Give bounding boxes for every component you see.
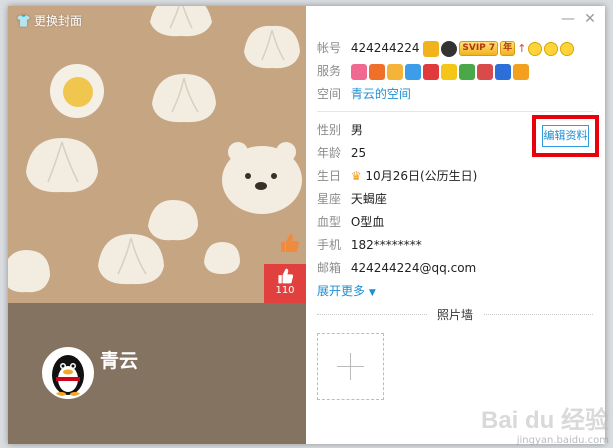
gender-value: 男 bbox=[350, 123, 363, 137]
bun-decoration bbox=[150, 6, 212, 37]
birthday-row: 生日 ♛ 10月26日(公历生日) bbox=[317, 167, 477, 185]
arrow-down-icon[interactable] bbox=[422, 63, 439, 80]
bun-decoration bbox=[26, 138, 98, 193]
age-label: 年龄 bbox=[317, 146, 342, 160]
edit-profile-button[interactable]: 编辑资料 bbox=[542, 125, 589, 147]
email-value: 424244224@qq.com bbox=[350, 261, 477, 275]
arrow-up-icon: ↑ bbox=[517, 41, 527, 55]
phone-label: 手机 bbox=[317, 238, 342, 252]
age-row: 年龄 25 bbox=[317, 144, 366, 162]
nickname: 青云 bbox=[100, 350, 139, 372]
avatar[interactable] bbox=[42, 347, 94, 399]
gender-row: 性别 男 bbox=[317, 121, 363, 139]
profile-window: 👕 更换封面 110 青云 — ✕ 帐号 424244224 SVIP 7 年 … bbox=[8, 6, 605, 444]
photo-wall-title: 照片墙 bbox=[317, 306, 593, 323]
blood-value: O型血 bbox=[350, 215, 385, 229]
caret-down-icon: ▼ bbox=[368, 288, 376, 298]
info-panel: — ✕ 帐号 424244224 SVIP 7 年 ↑ 服务 空间 青云的空间 … bbox=[306, 6, 605, 444]
birthday-label: 生日 bbox=[317, 169, 342, 183]
crown-penguin-icon[interactable] bbox=[441, 40, 458, 57]
pet-icon[interactable] bbox=[476, 63, 493, 80]
bun-decoration bbox=[8, 250, 50, 293]
zodiac-label: 星座 bbox=[317, 192, 342, 206]
shield-icon[interactable] bbox=[512, 63, 529, 80]
edit-highlight-box: 编辑资料 bbox=[532, 115, 599, 157]
add-photo-button[interactable] bbox=[317, 333, 384, 400]
divider bbox=[317, 111, 593, 112]
blood-row: 血型 O型血 bbox=[317, 213, 384, 231]
thumb-up-icon bbox=[278, 268, 294, 284]
svip-badge[interactable]: SVIP 7 bbox=[459, 41, 499, 56]
close-button[interactable]: ✕ bbox=[581, 10, 599, 28]
heart-icon[interactable] bbox=[350, 63, 367, 80]
email-label: 邮箱 bbox=[317, 261, 342, 275]
account-label: 帐号 bbox=[317, 41, 342, 55]
penguin-avatar-icon bbox=[52, 355, 84, 396]
year-badge[interactable]: 年 bbox=[500, 41, 516, 56]
services-label: 服务 bbox=[317, 64, 342, 78]
expand-more-row: 展开更多 ▼ bbox=[317, 282, 376, 302]
watermark: Bai du 经验 jingyan.baidu.com bbox=[481, 400, 609, 446]
phone-row: 手机 182******** bbox=[317, 236, 422, 254]
bun-decoration bbox=[148, 200, 198, 241]
bear-decoration bbox=[222, 142, 302, 214]
penguin-icon[interactable] bbox=[494, 63, 511, 80]
birthday-value: 10月26日(公历生日) bbox=[365, 169, 478, 183]
cover-panel: 👕 更换封面 110 青云 bbox=[8, 6, 306, 444]
space-row: 空间 青云的空间 bbox=[317, 85, 411, 103]
like-button[interactable]: 110 bbox=[264, 264, 306, 303]
change-cover-button[interactable]: 👕 更换封面 bbox=[16, 12, 82, 29]
bun-decoration bbox=[244, 25, 300, 69]
gender-label: 性别 bbox=[317, 123, 342, 137]
star-icon[interactable] bbox=[440, 63, 457, 80]
age-value: 25 bbox=[350, 146, 367, 160]
watermark-sub: jingyan.baidu.com bbox=[516, 435, 609, 446]
services-row: 服务 bbox=[317, 62, 529, 80]
minimize-button[interactable]: — bbox=[559, 10, 577, 28]
watermark-main: Bai du 经验 bbox=[480, 407, 609, 434]
egg-decoration bbox=[50, 64, 104, 118]
level-sun-icon[interactable] bbox=[528, 41, 543, 56]
like-count: 110 bbox=[275, 285, 295, 296]
zodiac-value: 天蝎座 bbox=[350, 192, 387, 206]
shirt-icon: 👕 bbox=[16, 13, 31, 28]
crown-icon: ♛ bbox=[350, 169, 362, 183]
photo-wall-label: 照片墙 bbox=[426, 308, 483, 322]
level-sun-icon[interactable] bbox=[560, 41, 575, 56]
gift-box-icon[interactable] bbox=[404, 63, 421, 80]
blood-label: 血型 bbox=[317, 215, 342, 229]
space-link[interactable]: 青云的空间 bbox=[351, 87, 411, 101]
phone-value: 182******** bbox=[350, 238, 422, 252]
cover-image: 👕 更换封面 bbox=[8, 6, 306, 303]
flame-icon[interactable] bbox=[368, 63, 385, 80]
bun-decoration bbox=[152, 74, 216, 123]
account-number: 424244224 bbox=[350, 41, 420, 55]
vip-icon[interactable] bbox=[423, 40, 440, 57]
fish-icon[interactable] bbox=[386, 63, 403, 80]
expand-more-link[interactable]: 展开更多 bbox=[317, 284, 365, 298]
change-cover-label: 更换封面 bbox=[33, 14, 82, 28]
level-sun-icon[interactable] bbox=[544, 41, 559, 56]
zodiac-row: 星座 天蝎座 bbox=[317, 190, 387, 208]
thumb-up-float-icon bbox=[281, 234, 299, 252]
email-row: 邮箱 424244224@qq.com bbox=[317, 259, 476, 277]
space-label: 空间 bbox=[317, 87, 342, 101]
tree-icon[interactable] bbox=[458, 63, 475, 80]
bun-decoration bbox=[204, 242, 240, 274]
account-row: 帐号 424244224 SVIP 7 年 ↑ bbox=[317, 39, 575, 58]
plus-icon-vertical bbox=[350, 353, 351, 380]
